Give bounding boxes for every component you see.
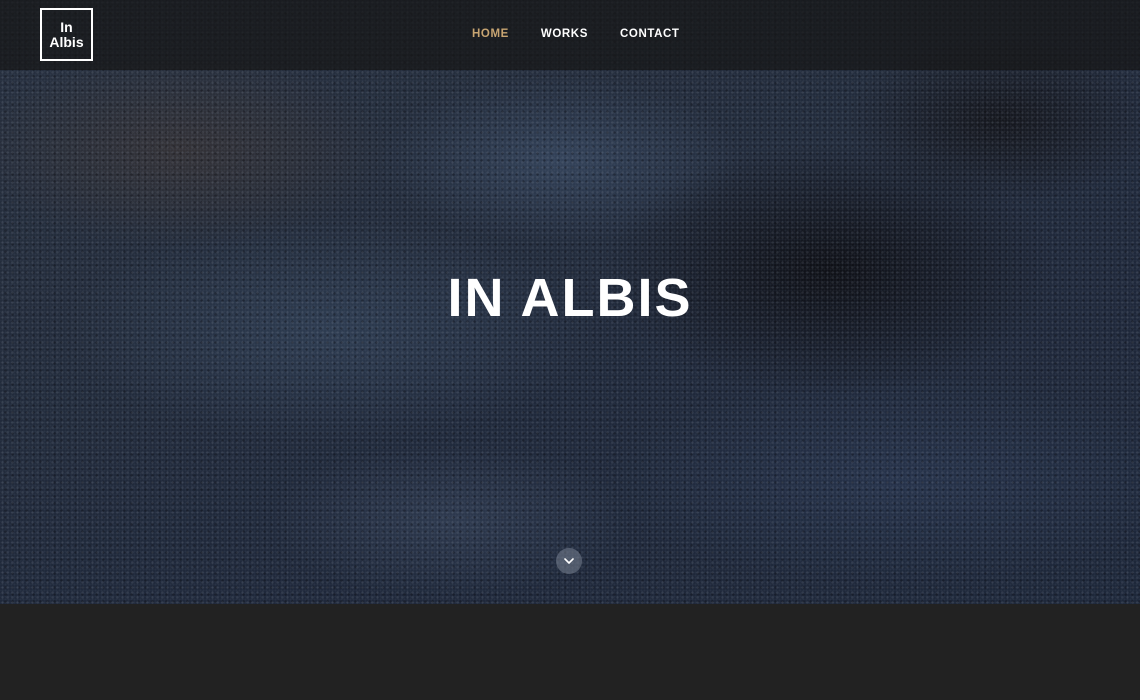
chevron-down-icon xyxy=(564,557,574,564)
main-nav: HOME WORKS CONTACT xyxy=(472,28,680,40)
nav-item-works[interactable]: WORKS xyxy=(541,28,588,40)
scroll-down-button[interactable] xyxy=(556,548,582,574)
lower-section xyxy=(0,604,1140,700)
nav-item-home[interactable]: HOME xyxy=(472,28,509,40)
site-logo[interactable]: In Albis xyxy=(40,8,93,61)
logo-text-line2: Albis xyxy=(49,33,84,50)
logo-text-line1: In xyxy=(60,18,73,35)
hero-title: IN ALBIS xyxy=(447,268,693,328)
nav-item-contact[interactable]: CONTACT xyxy=(620,28,680,40)
top-navbar: In Albis HOME WORKS CONTACT xyxy=(0,0,1140,70)
